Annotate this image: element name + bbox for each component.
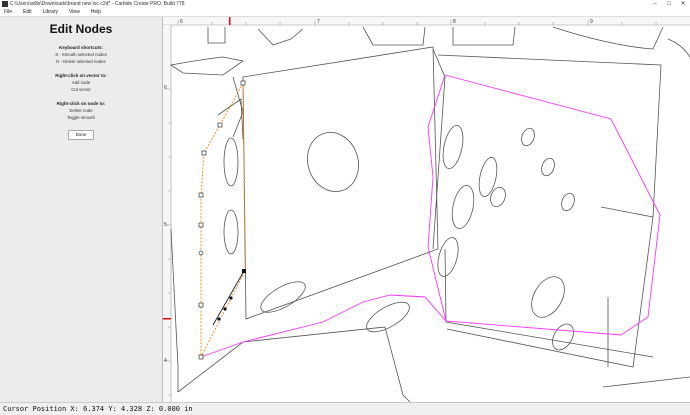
minimize-button[interactable]: – [648, 0, 662, 8]
node-handle[interactable] [198, 354, 204, 360]
ruler-y-label-5: 5 [164, 222, 167, 228]
bezier-control-point[interactable] [217, 317, 221, 321]
menu-library[interactable]: Library [43, 9, 58, 15]
vector-add-node: Add node [71, 80, 91, 85]
node-delete: Delete node [69, 108, 93, 113]
close-button[interactable]: ✕ [676, 0, 690, 8]
bezier-control-point[interactable] [223, 307, 227, 311]
menu-help[interactable]: Help [91, 9, 101, 15]
maximize-button[interactable]: □ [662, 0, 676, 8]
ruler-x-label-6: 6 [180, 19, 183, 25]
keyboard-shortcuts-heading: Keyboard shortcuts: [58, 45, 103, 50]
done-button[interactable]: Done [68, 130, 94, 140]
menu-bar: File Edit Library View Help [0, 8, 690, 17]
panel-title: Edit Nodes [49, 22, 113, 36]
die-pips [223, 124, 575, 351]
canvas-drawing[interactable]: 6 7 8 9 6 5 4 [163, 17, 690, 402]
window-title: C:\Users\wills\Downloads\brand new loc.c… [10, 1, 185, 7]
vertical-ruler [163, 25, 171, 402]
edit-nodes-panel: Edit Nodes Keyboard shortcuts: S - Smoot… [0, 17, 163, 402]
ruler-y-label-4: 4 [164, 358, 167, 364]
node-handle[interactable] [198, 192, 204, 198]
ruler-y-cursor-marker [163, 318, 171, 320]
bezier-handle-line[interactable] [212, 270, 245, 326]
design-canvas[interactable]: 6 7 8 9 6 5 4 [163, 17, 690, 402]
ruler-x-label-7: 7 [317, 19, 320, 25]
node-handle[interactable] [198, 250, 204, 256]
shortcut-smooth: S - Smooth selected nodes [55, 52, 107, 57]
ruler-x-cursor-marker [229, 17, 231, 25]
bezier-control-point[interactable] [229, 296, 233, 300]
die-top-edge [437, 54, 662, 218]
title-bar: C:\Users\wills\Downloads\brand new loc.c… [0, 0, 690, 8]
menu-file[interactable]: File [4, 9, 12, 15]
node-handle[interactable] [240, 80, 246, 86]
node-handle[interactable] [201, 150, 207, 156]
shortcut-delete: D - Delete selected nodes [56, 59, 106, 64]
status-bar: Cursor Position X: 6.374 Y: 4.328 Z: 0.0… [0, 402, 690, 415]
ruler-x-label-9: 9 [590, 19, 593, 25]
node-handle[interactable] [198, 222, 204, 228]
app-icon [2, 1, 8, 7]
ruler-x-label-8: 8 [453, 19, 456, 25]
vector-nodes[interactable] [198, 80, 246, 360]
vector-menu-heading: Right-click on vector to: [55, 73, 107, 78]
cursor-position-readout: Cursor Position X: 6.374 Y: 4.328 Z: 0.0… [3, 405, 193, 413]
ruler-y-label-6: 6 [164, 85, 167, 91]
node-handle[interactable] [217, 122, 223, 128]
menu-view[interactable]: View [69, 9, 80, 15]
node-handle[interactable] [198, 302, 204, 308]
window-controls: – □ ✕ [648, 0, 690, 8]
die-face-left [242, 46, 439, 320]
menu-edit[interactable]: Edit [23, 9, 32, 15]
horizontal-ruler [163, 17, 690, 25]
vector-cut: Cut vector [71, 87, 91, 92]
node-menu-heading: Right-click on node to: [56, 101, 106, 106]
